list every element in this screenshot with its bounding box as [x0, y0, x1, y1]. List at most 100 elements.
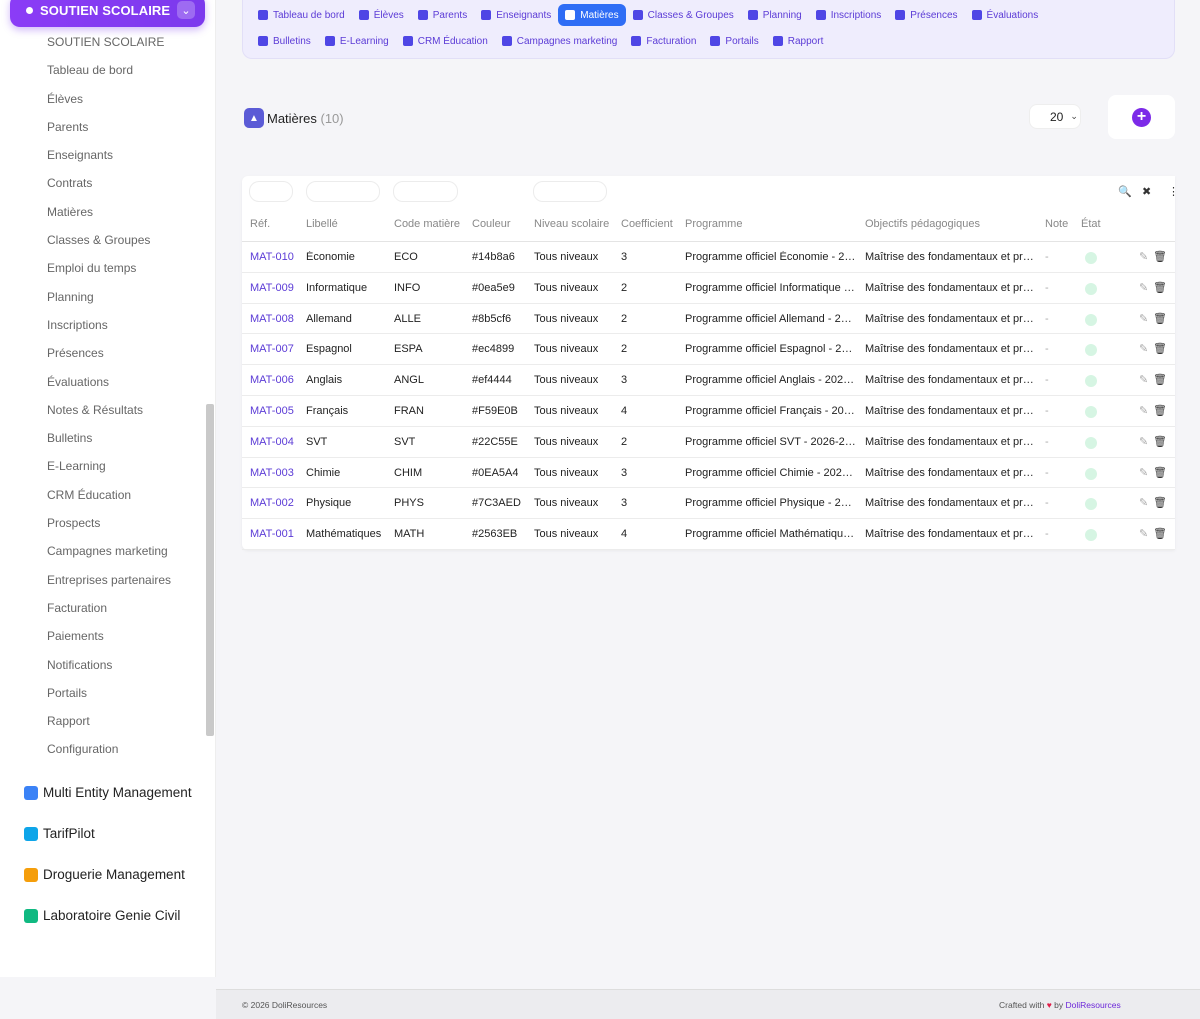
table-row[interactable]: MAT-001 Mathématiques MATH #2563EB Tous nive… — [242, 519, 1175, 550]
module-item-multi-entity-management[interactable]: Multi Entity Management — [24, 772, 192, 813]
sidebar-item-soutien-scolaire[interactable]: SOUTIEN SCOLAIRE — [0, 28, 206, 56]
table-row[interactable]: MAT-004 SVT SVT #22C55E Tous niveaux 2 Program… — [242, 427, 1175, 458]
sidebar-item-eleves[interactable]: Élèves — [0, 85, 206, 113]
tab-classes-groupes[interactable]: Classes & Groupes — [626, 4, 741, 26]
table-row[interactable]: MAT-007 Espagnol ESPA #ec4899 Tous niveaux 2 P… — [242, 334, 1175, 366]
sidebar-item-e-learning[interactable]: E-Learning — [0, 452, 206, 480]
table-row[interactable]: MAT-009 Informatique INFO #0ea5e9 Tous nivea… — [242, 273, 1175, 304]
sidebar-item-evaluations[interactable]: Évaluations — [0, 368, 206, 396]
tab-eleves[interactable]: Élèves — [352, 4, 411, 26]
sidebar-item-entreprises-partenaires[interactable]: Entreprises partenaires — [0, 566, 206, 594]
chevron-down-icon[interactable]: ⌄ — [177, 1, 195, 19]
tab-evaluations[interactable]: Évaluations — [965, 4, 1046, 26]
trash-icon[interactable]: 🗑 — [1153, 250, 1167, 263]
filter-ref-input[interactable] — [249, 181, 293, 202]
brand-link[interactable]: DoliResources — [1066, 1000, 1121, 1010]
column-options-icon[interactable]: ⋮ — [1168, 185, 1179, 198]
module-item-droguerie-management[interactable]: Droguerie Management — [24, 854, 192, 895]
column-header-code-matiere[interactable]: Code matière — [394, 218, 460, 230]
sidebar-item-facturation[interactable]: Facturation — [0, 594, 206, 622]
table-row[interactable]: MAT-003 Chimie CHIM #0EA5A4 Tous niveaux 3 Pro… — [242, 458, 1175, 489]
column-header-ref[interactable]: Réf. — [250, 218, 270, 230]
table-row[interactable]: MAT-006 Anglais ANGL #ef4444 Tous niveaux 3 Pr… — [242, 365, 1175, 396]
tab-presences[interactable]: Présences — [888, 4, 964, 26]
sidebar-scrollbar[interactable] — [206, 404, 214, 736]
tab-e-learning[interactable]: E-Learning — [318, 30, 396, 52]
sidebar-item-classes-groupes[interactable]: Classes & Groupes — [0, 226, 206, 254]
column-header-libelle[interactable]: Libellé — [306, 218, 338, 230]
sidebar-item-inscriptions[interactable]: Inscriptions — [0, 311, 206, 339]
edit-icon[interactable]: ✎ — [1139, 496, 1148, 509]
filter-label-input[interactable] — [306, 181, 380, 202]
tab-enseignants[interactable]: Enseignants — [474, 4, 558, 26]
tab-rapport[interactable]: Rapport — [766, 30, 831, 52]
sidebar-item-presences[interactable]: Présences — [0, 339, 206, 367]
tab-portails[interactable]: Portails — [703, 30, 765, 52]
tab-campagnes-marketing[interactable]: Campagnes marketing — [495, 30, 625, 52]
trash-icon[interactable]: 🗑 — [1153, 496, 1167, 509]
filter-level-input[interactable] — [533, 181, 607, 202]
edit-icon[interactable]: ✎ — [1139, 312, 1148, 325]
sidebar-item-paiements[interactable]: Paiements — [0, 622, 206, 650]
table-row[interactable]: MAT-005 Français FRAN #F59E0B Tous niveaux 4 P… — [242, 396, 1175, 427]
sidebar-item-emploi-du-temps[interactable]: Emploi du temps — [0, 254, 206, 282]
tab-crm-education[interactable]: CRM Éducation — [396, 30, 495, 52]
sidebar-item-prospects[interactable]: Prospects — [0, 509, 206, 537]
trash-icon[interactable]: 🗑 — [1153, 312, 1167, 325]
sidebar-item-matieres[interactable]: Matières — [0, 198, 206, 226]
tab-inscriptions[interactable]: Inscriptions — [809, 4, 889, 26]
ref-link[interactable]: MAT-004 — [250, 436, 294, 448]
sidebar-item-notifications[interactable]: Notifications — [0, 651, 206, 679]
search-icon[interactable]: 🔍 — [1118, 185, 1132, 198]
column-header-niveau-scolaire[interactable]: Niveau scolaire — [534, 218, 609, 230]
ref-link[interactable]: MAT-005 — [250, 405, 294, 417]
edit-icon[interactable]: ✎ — [1139, 250, 1148, 263]
edit-icon[interactable]: ✎ — [1139, 527, 1148, 540]
edit-icon[interactable]: ✎ — [1139, 466, 1148, 479]
table-row[interactable]: MAT-002 Physique PHYS #7C3AED Tous niveaux 3 P… — [242, 488, 1175, 520]
column-header-objectifs-pedagogiques[interactable]: Objectifs pédagogiques — [865, 218, 980, 230]
column-header-coefficient[interactable]: Coefficient — [621, 218, 673, 230]
ref-link[interactable]: MAT-001 — [250, 528, 294, 540]
per-page-select[interactable]: 20 ⌄ — [1029, 104, 1081, 129]
trash-icon[interactable]: 🗑 — [1153, 435, 1167, 448]
edit-icon[interactable]: ✎ — [1139, 373, 1148, 386]
trash-icon[interactable]: 🗑 — [1153, 281, 1167, 294]
ref-link[interactable]: MAT-002 — [250, 497, 294, 509]
tab-planning[interactable]: Planning — [741, 4, 809, 26]
module-item-tarifpilot[interactable]: TarifPilot — [24, 813, 192, 854]
trash-icon[interactable]: 🗑 — [1153, 373, 1167, 386]
table-row[interactable]: MAT-010 Économie ECO #14b8a6 Tous niveaux 3 Pr… — [242, 242, 1175, 273]
module-item-laboratoire-genie-civil[interactable]: Laboratoire Genie Civil — [24, 895, 192, 936]
sidebar-item-bulletins[interactable]: Bulletins — [0, 424, 206, 452]
sidebar-item-rapport[interactable]: Rapport — [0, 707, 206, 735]
ref-link[interactable]: MAT-008 — [250, 313, 294, 325]
add-subject-button[interactable]: + — [1108, 95, 1175, 139]
table-row[interactable]: MAT-008 Allemand ALLE #8b5cf6 Tous niveaux 2 P… — [242, 304, 1175, 335]
sidebar-item-campagnes-marketing[interactable]: Campagnes marketing — [0, 537, 206, 565]
sidebar-item-notes-resultats[interactable]: Notes & Résultats — [0, 396, 206, 424]
filter-code-input[interactable] — [393, 181, 458, 202]
sidebar-item-configuration[interactable]: Configuration — [0, 735, 206, 763]
trash-icon[interactable]: 🗑 — [1153, 527, 1167, 540]
module-dropdown-button[interactable]: SOUTIEN SCOLAIRE ⌄ — [10, 0, 205, 27]
trash-icon[interactable]: 🗑 — [1153, 466, 1167, 479]
sidebar-item-portails[interactable]: Portails — [0, 679, 206, 707]
edit-icon[interactable]: ✎ — [1139, 281, 1148, 294]
tab-parents[interactable]: Parents — [411, 4, 474, 26]
tab-facturation[interactable]: Facturation — [624, 30, 703, 52]
column-header-note[interactable]: Note — [1045, 218, 1068, 230]
column-header-programme[interactable]: Programme — [685, 218, 742, 230]
ref-link[interactable]: MAT-010 — [250, 251, 294, 263]
edit-icon[interactable]: ✎ — [1139, 342, 1148, 355]
column-header-etat[interactable]: État — [1081, 218, 1101, 230]
sidebar-item-contrats[interactable]: Contrats — [0, 169, 206, 197]
trash-icon[interactable]: 🗑 — [1153, 404, 1167, 417]
column-header-couleur[interactable]: Couleur — [472, 218, 511, 230]
sidebar-item-crm-education[interactable]: CRM Éducation — [0, 481, 206, 509]
sidebar-item-parents[interactable]: Parents — [0, 113, 206, 141]
trash-icon[interactable]: 🗑 — [1153, 342, 1167, 355]
ref-link[interactable]: MAT-003 — [250, 467, 294, 479]
edit-icon[interactable]: ✎ — [1139, 404, 1148, 417]
ref-link[interactable]: MAT-006 — [250, 374, 294, 386]
